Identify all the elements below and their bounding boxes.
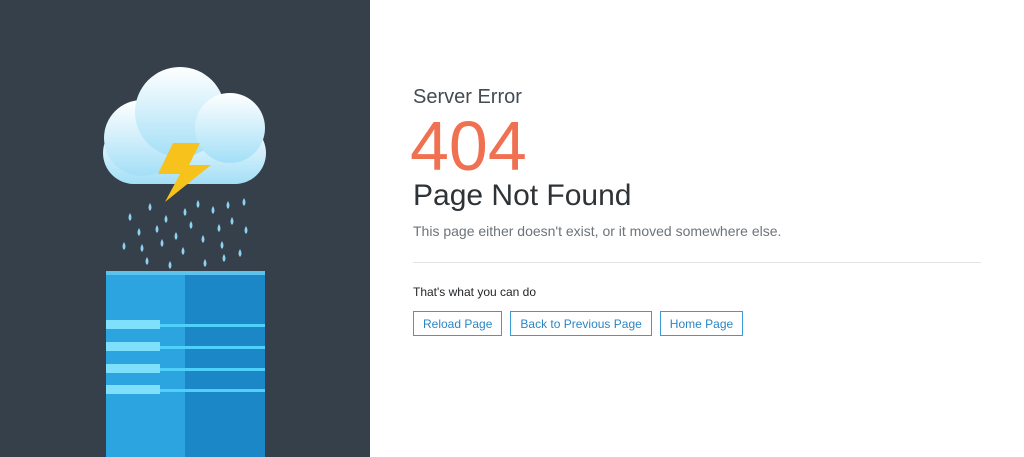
rain-drop <box>122 242 126 250</box>
rain-drop <box>211 206 215 214</box>
rain-drop <box>244 226 248 234</box>
home-page-button[interactable]: Home Page <box>659 311 744 336</box>
rain-drop <box>181 247 185 255</box>
rain-drop <box>128 213 132 221</box>
rain-drop <box>201 235 205 243</box>
action-buttons: Reload Page Back to Previous Page Home P… <box>413 311 744 336</box>
server-rack-icon <box>106 271 265 457</box>
server-storm-illustration <box>103 67 266 457</box>
rain-drop <box>137 228 141 236</box>
actions-heading: That's what you can do <box>413 285 537 299</box>
rain-drop <box>220 241 224 249</box>
reload-page-button[interactable]: Reload Page <box>413 311 503 336</box>
page-title: Page Not Found <box>413 179 632 212</box>
rain-drops-icon <box>122 198 248 269</box>
rain-drop <box>145 257 149 265</box>
rain-drop <box>203 259 207 267</box>
rain-drop <box>174 232 178 240</box>
rain-drop <box>230 217 234 225</box>
rain-drop <box>189 221 193 229</box>
rain-drop <box>196 200 200 208</box>
rain-drop <box>226 201 230 209</box>
rain-drop <box>222 254 226 262</box>
back-to-previous-page-button[interactable]: Back to Previous Page <box>510 311 652 336</box>
rain-drop <box>217 224 221 232</box>
rain-drop <box>160 239 164 247</box>
error-code: 404 <box>410 107 527 185</box>
rain-drop <box>242 198 246 206</box>
rain-drop <box>140 244 144 252</box>
rain-drop <box>168 261 172 269</box>
rain-drop <box>238 249 242 257</box>
illustration-panel <box>0 0 370 457</box>
error-description: This page either doesn't exist, or it mo… <box>413 223 782 239</box>
divider <box>413 262 981 263</box>
rain-drop <box>155 225 159 233</box>
rain-drop <box>164 215 168 223</box>
rain-drop <box>148 203 152 211</box>
error-eyebrow: Server Error <box>413 86 522 108</box>
rain-drop <box>183 208 187 216</box>
